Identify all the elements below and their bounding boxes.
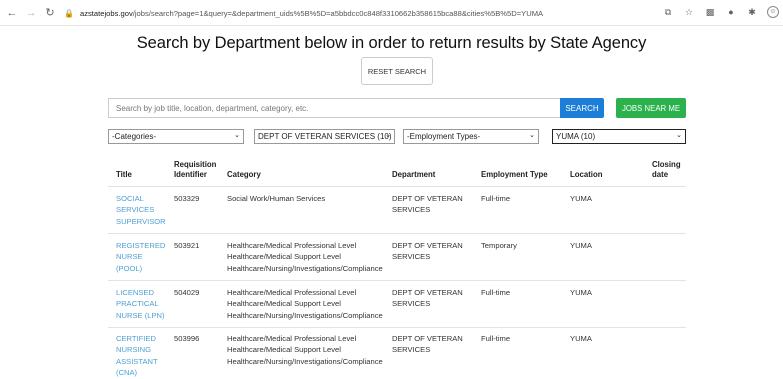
header-requisition-line1: Requisition: [174, 160, 217, 169]
department-select[interactable]: DEPT OF VETERAN SERVICES (10) ⌄: [254, 129, 395, 144]
category-cell: Social Work/Human Services: [227, 194, 326, 203]
job-title-link[interactable]: REGISTERED NURSE (POOL): [116, 240, 165, 274]
employment-type-cell: Temporary: [481, 241, 517, 250]
header-divider: [108, 186, 686, 187]
url-domain: azstatejobs.gov: [79, 8, 133, 18]
jobs-near-me-button[interactable]: JOBS NEAR ME: [616, 98, 686, 118]
chevron-down-icon: ⌄: [385, 132, 391, 139]
search-button[interactable]: SEARCH: [560, 98, 604, 118]
header-location[interactable]: Location: [570, 170, 603, 180]
row-divider: [108, 280, 686, 281]
header-requisition[interactable]: Requisition Identifier: [174, 160, 216, 180]
address-bar[interactable]: 🔒 azstatejobs.gov/jobs/search?page=1&que…: [64, 4, 708, 22]
department-cell: DEPT OF VETERAN SERVICES: [392, 194, 463, 215]
reload-icon[interactable]: ↻: [43, 6, 57, 20]
job-title-link[interactable]: LICENSED PRACTICAL NURSE (LPN): [116, 287, 165, 321]
record-icon[interactable]: ●: [725, 5, 737, 19]
department-select-value: DEPT OF VETERAN SERVICES (10): [258, 132, 392, 141]
category-cell: Healthcare/Medical Professional Level Hea…: [227, 241, 383, 273]
header-closing-date[interactable]: Closing date: [652, 160, 681, 180]
header-employment-type[interactable]: Employment Type: [481, 170, 548, 180]
requisition-id: 503996: [174, 334, 200, 343]
extension-icon[interactable]: ▩: [704, 5, 716, 19]
location-cell: YUMA: [570, 241, 592, 250]
location-select[interactable]: YUMA (10) ⌄: [552, 129, 686, 144]
star-icon[interactable]: ☆: [683, 5, 695, 19]
category-cell: Healthcare/Medical Professional Level Hea…: [227, 334, 383, 366]
requisition-id: 503329: [174, 194, 200, 203]
header-closing-line2: date: [652, 170, 669, 179]
header-category[interactable]: Category: [227, 170, 261, 180]
department-cell: DEPT OF VETERAN SERVICES: [392, 288, 463, 309]
employment-type-cell: Full-time: [481, 288, 511, 297]
puzzle-icon[interactable]: ✱: [746, 5, 758, 19]
forward-arrow-icon[interactable]: →: [24, 6, 38, 20]
chevron-down-icon: ⌄: [529, 132, 535, 139]
location-cell: YUMA: [570, 288, 592, 297]
page-title: Search by Department below in order to r…: [136, 34, 647, 52]
url-path: /jobs/search?page=1&query=&department_ui…: [132, 8, 544, 18]
share-icon[interactable]: ⧉: [662, 5, 674, 19]
chevron-down-icon: ⌄: [676, 132, 682, 139]
browser-actions: ⧉ ☆ ▩ ● ✱ ☺: [662, 5, 779, 19]
job-title-link[interactable]: SOCIAL SERVICES SUPERVISOR: [116, 193, 166, 227]
reset-search-button[interactable]: RESET SEARCH: [361, 57, 433, 85]
browser-toolbar: ← → ↻ 🔒 azstatejobs.gov/jobs/search?page…: [0, 0, 783, 26]
back-arrow-icon[interactable]: ←: [5, 6, 19, 20]
job-title-link[interactable]: CERTIFIED NURSING ASSISTANT (CNA): [116, 333, 158, 379]
requisition-id: 504029: [174, 288, 200, 297]
employment-type-select[interactable]: -Employment Types- ⌄: [403, 129, 539, 144]
row-divider: [108, 233, 686, 234]
row-divider: [108, 327, 686, 328]
header-department[interactable]: Department: [392, 170, 435, 180]
categories-select[interactable]: -Categories- ⌄: [108, 129, 244, 144]
search-input[interactable]: [108, 98, 560, 118]
header-requisition-line2: Identifier: [174, 170, 207, 179]
chevron-down-icon: ⌄: [234, 132, 240, 139]
location-select-value: YUMA (10): [556, 132, 596, 141]
lock-icon: 🔒: [64, 8, 74, 18]
location-cell: YUMA: [570, 334, 592, 343]
department-cell: DEPT OF VETERAN SERVICES: [392, 334, 463, 355]
employment-type-cell: Full-time: [481, 334, 511, 343]
profile-icon[interactable]: ☺: [767, 6, 779, 18]
header-closing-line1: Closing: [652, 160, 681, 169]
employment-type-cell: Full-time: [481, 194, 511, 203]
employment-type-select-value: -Employment Types-: [407, 132, 481, 141]
category-cell: Healthcare/Medical Professional Level Hea…: [227, 288, 383, 320]
location-cell: YUMA: [570, 194, 592, 203]
categories-select-value: -Categories-: [112, 132, 157, 141]
requisition-id: 503921: [174, 241, 200, 250]
department-cell: DEPT OF VETERAN SERVICES: [392, 241, 463, 262]
url-text: azstatejobs.gov/jobs/search?page=1&query…: [80, 9, 543, 18]
header-title[interactable]: Title: [116, 170, 132, 180]
